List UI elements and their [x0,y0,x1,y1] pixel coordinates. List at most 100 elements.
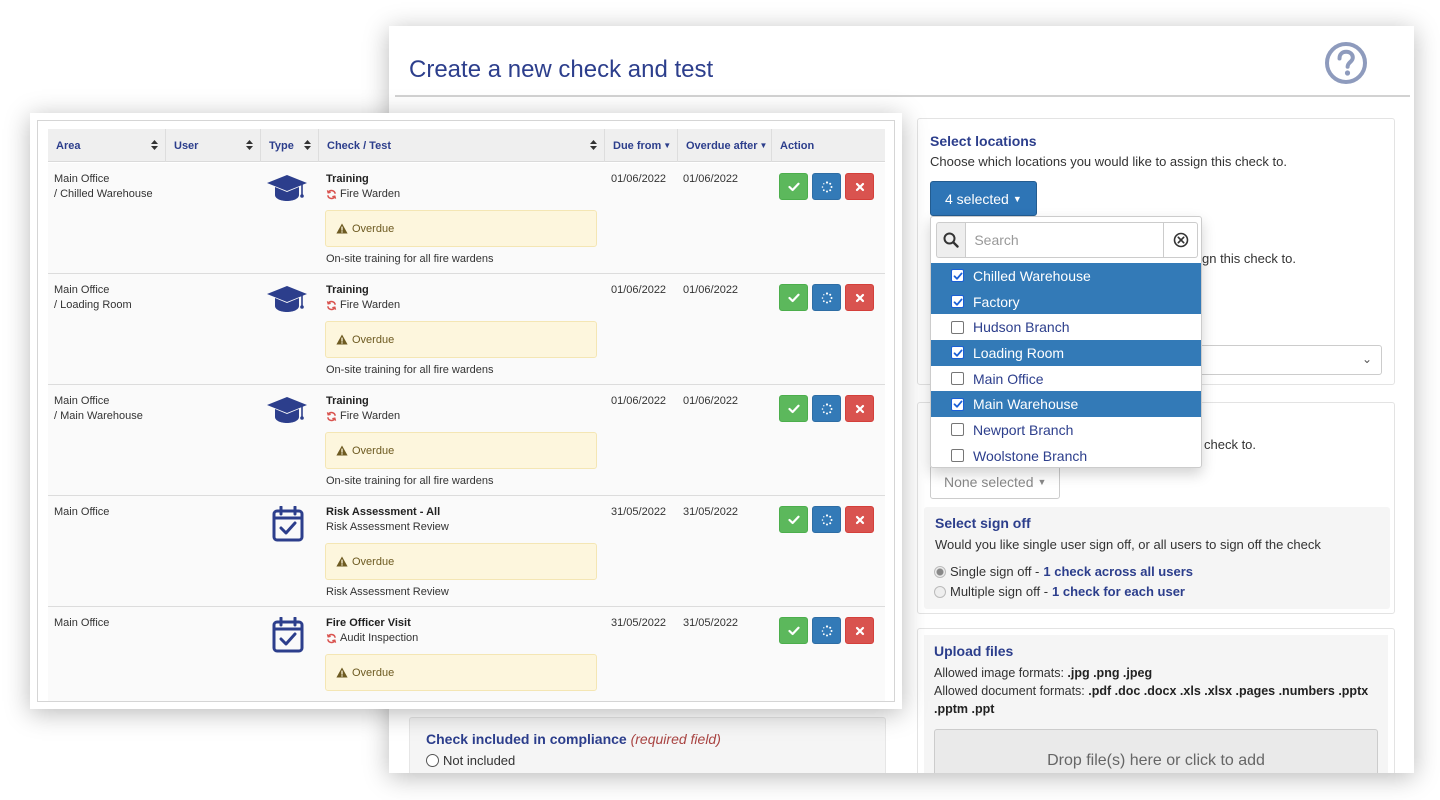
checkbox[interactable] [951,372,964,386]
multiple-signoff-radio[interactable] [934,585,946,598]
column-header-due[interactable]: Due from ▼ [605,129,678,162]
complete-button[interactable] [779,395,808,422]
single-signoff-label: Single sign off - [950,564,1040,579]
due-from-cell: 01/06/2022 [611,395,667,407]
graduation-cap-icon [266,395,308,429]
dropdown-option[interactable]: Newport Branch [931,417,1201,443]
check-icon [953,349,962,357]
upload-heading: Upload files [934,643,1014,659]
single-signoff-option[interactable]: Single sign off - 1 check across all use… [934,564,1193,579]
column-header-type[interactable]: Type [261,129,319,162]
area-line-1: Main Office [54,173,110,185]
dropdown-option-label: Main Warehouse [973,396,1079,413]
column-label: Area [56,139,81,152]
sort-icon [151,140,158,150]
overdue-after-cell: 31/05/2022 [683,617,739,629]
check-icon [953,400,962,408]
chevron-down-icon: ⌄ [1361,352,1372,366]
cancel-button[interactable] [845,617,874,644]
complete-button[interactable] [779,284,808,311]
in-progress-button[interactable] [812,395,841,422]
column-header-check[interactable]: Check / Test [319,129,605,162]
location-select-field[interactable]: ⌄ [1198,345,1382,375]
checkbox[interactable] [951,346,964,360]
check-subtitle-text: Fire Warden [340,299,401,311]
close-icon [855,626,864,635]
dropdown-option[interactable]: Chilled Warehouse [931,263,1201,289]
checks-table-panel: Area User Type Check / Test Due from ▼ O… [30,113,902,709]
locations-select-button[interactable]: 4 selected ▼ [930,181,1037,216]
sort-desc-icon: ▼ [759,141,768,150]
calendar-check-icon [266,616,308,653]
question-circle-icon[interactable] [1324,41,1368,85]
due-from-cell: 31/05/2022 [611,617,667,629]
checkbox[interactable] [951,269,964,283]
check-title: Training [326,173,369,185]
dropdown-option[interactable]: Hudson Branch [931,314,1201,340]
overdue-status-text: Overdue [352,666,395,679]
single-signoff-radio[interactable] [934,565,946,578]
not-included-radio[interactable] [426,754,439,767]
locations-heading: Select locations [930,133,1037,149]
users-hidden-text: check to. [1204,437,1257,452]
dropdown-option-label: Newport Branch [973,421,1074,438]
dropdown-search-group [936,222,1198,258]
column-header-area[interactable]: Area [48,129,166,162]
table-row: Main Office Fire Officer Visit Audit Ins… [48,607,885,701]
checkbox[interactable] [951,397,964,411]
required-field-note: (required field) [630,731,721,747]
doc-formats-value: .pdf .doc .docx .xls .xlsx .pages .numbe… [1088,684,1369,698]
area-line-1: Main Office [54,617,110,629]
overdue-alert: Overdue [325,210,597,247]
dropdown-option-label: Woolstone Branch [973,447,1088,464]
not-included-option[interactable]: Not included [426,753,515,768]
close-icon [855,182,864,191]
overdue-alert: Overdue [325,432,597,469]
column-header-user[interactable]: User [166,129,261,162]
compliance-heading: Check included in compliance (required f… [426,731,721,747]
check-subtitle: Audit Inspection [326,631,418,646]
dropdown-option[interactable]: Loading Room [931,340,1201,366]
in-progress-button[interactable] [812,506,841,533]
graduation-cap-icon [266,173,308,207]
dropdown-option[interactable]: Main Warehouse [931,391,1201,418]
check-icon [953,298,962,306]
multiple-signoff-option[interactable]: Multiple sign off - 1 check for each use… [934,584,1185,599]
dropdown-option[interactable]: Factory [931,288,1201,315]
column-label: Overdue after [686,139,758,152]
column-label: Due from [613,139,662,152]
complete-button[interactable] [779,617,808,644]
table-row: Main Office / Main Warehouse Training Fi… [48,385,885,496]
check-title: Training [326,284,369,296]
dropdown-search-input[interactable] [965,222,1165,258]
checkbox[interactable] [951,320,964,334]
checkbox[interactable] [951,449,964,463]
cancel-button[interactable] [845,173,874,200]
complete-button[interactable] [779,173,808,200]
in-progress-button[interactable] [812,284,841,311]
complete-button[interactable] [779,506,808,533]
column-label: Check / Test [327,139,391,152]
close-icon [855,515,864,524]
due-from-cell: 01/06/2022 [611,284,667,296]
cancel-button[interactable] [845,284,874,311]
dropdown-option[interactable]: Main Office [931,366,1201,392]
cancel-button[interactable] [845,395,874,422]
multiple-signoff-label: Multiple sign off - [950,584,1049,599]
column-header-overdue[interactable]: Overdue after ▼ [678,129,772,162]
cancel-button[interactable] [845,506,874,533]
signoff-description: Would you like single user sign off, or … [935,537,1321,552]
check-title: Risk Assessment - All [326,506,441,518]
users-select-button[interactable]: None selected ▼ [930,465,1061,499]
dropdown-option-label: Chilled Warehouse [973,267,1091,284]
hidden-description-text: gn this check to. [1202,251,1296,266]
in-progress-button[interactable] [812,617,841,644]
calendar-check-icon [266,505,308,542]
upload-card: Upload files Allowed image formats: .jpg… [917,628,1395,773]
checkbox[interactable] [951,295,964,309]
in-progress-button[interactable] [812,173,841,200]
checkbox[interactable] [951,423,964,437]
dropdown-option[interactable]: Woolstone Branch [931,443,1201,469]
file-dropzone[interactable]: Drop file(s) here or click to add [934,729,1378,773]
clear-search-button[interactable] [1164,222,1198,258]
